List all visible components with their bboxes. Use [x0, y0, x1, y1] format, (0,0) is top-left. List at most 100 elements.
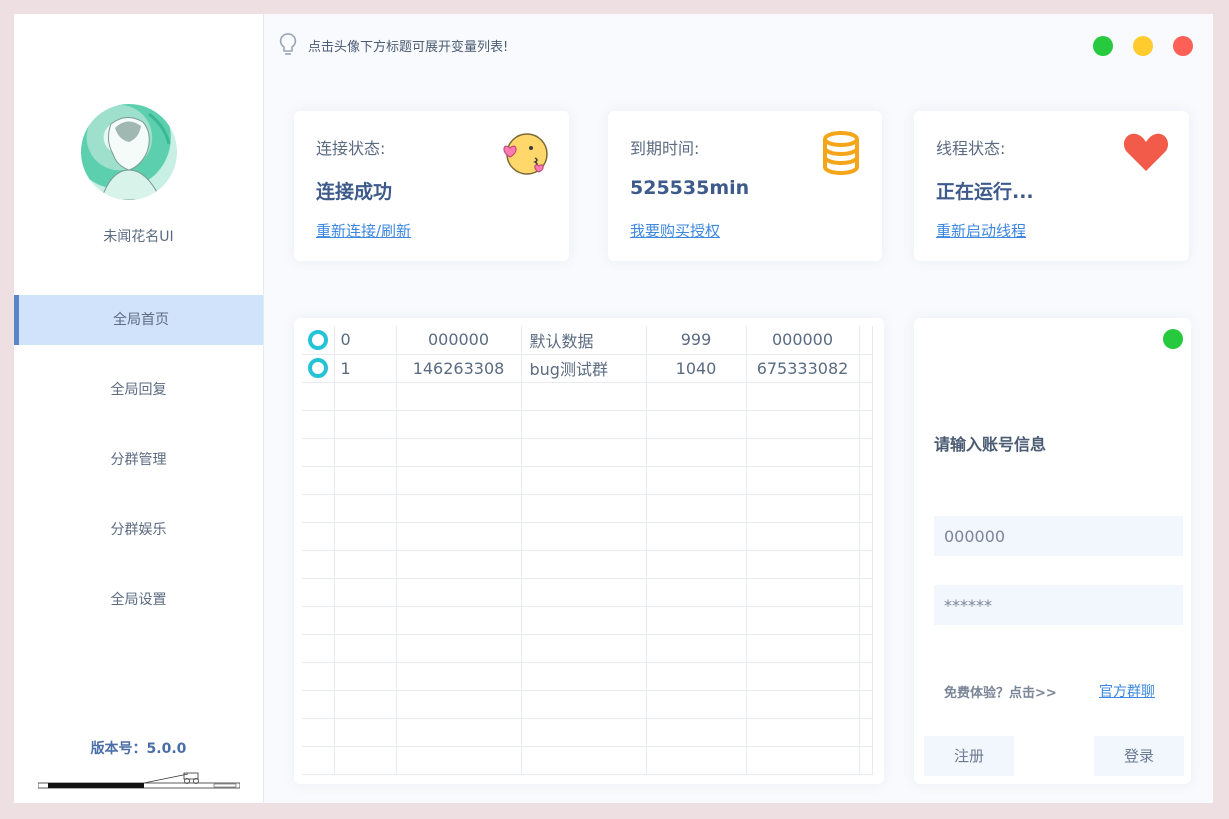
- nav-item-settings[interactable]: 全局设置: [14, 575, 263, 625]
- table-cell: 0: [334, 326, 397, 355]
- expiry-card: 到期时间: 525535min 我要购买授权: [608, 111, 882, 261]
- row-radio-cell[interactable]: [302, 354, 335, 383]
- table-cell: [334, 382, 397, 411]
- table-row: [302, 410, 873, 439]
- buy-license-link[interactable]: 我要购买授权: [630, 220, 720, 241]
- table-cell: [646, 438, 747, 467]
- table-cell: [396, 662, 522, 691]
- table-cell: [646, 578, 747, 607]
- table-cell-filler: [859, 662, 873, 691]
- official-group-link[interactable]: 官方群聊: [1099, 681, 1155, 701]
- table-cell: [396, 438, 522, 467]
- table-row: [302, 382, 873, 411]
- table-cell: [334, 606, 397, 635]
- database-icon: [823, 131, 859, 175]
- row-radio-cell: [302, 410, 335, 439]
- table-cell: [334, 634, 397, 663]
- row-radio-button[interactable]: [307, 330, 328, 350]
- table-row: [302, 578, 873, 607]
- maximize-button[interactable]: [1093, 36, 1113, 56]
- nav-item-reply[interactable]: 全局回复: [14, 365, 263, 415]
- online-status-indicator: [1163, 329, 1183, 349]
- row-radio-cell: [302, 662, 335, 691]
- row-radio-cell: [302, 578, 335, 607]
- row-radio-cell: [302, 606, 335, 635]
- register-button[interactable]: 注册: [924, 736, 1014, 776]
- kiss-emoji-icon: [503, 133, 548, 175]
- table-cell: [746, 410, 860, 439]
- table-cell: [646, 718, 747, 747]
- free-trial-text[interactable]: 免费体验？点击>>: [944, 682, 1057, 701]
- table-cell: [334, 550, 397, 579]
- table-cell: [334, 718, 397, 747]
- nav-item-group-fun[interactable]: 分群娱乐: [14, 505, 263, 555]
- card-value: 525535min: [630, 177, 750, 199]
- row-radio-cell[interactable]: [302, 326, 335, 355]
- app-name-title[interactable]: 未闻花名UI: [14, 226, 263, 246]
- sidebar: 未闻花名UI 全局首页 全局回复 分群管理 分群娱乐 全局设置 版本号：5.0.…: [14, 14, 264, 803]
- table-row[interactable]: 0 000000 默认数据 999 000000: [302, 326, 873, 355]
- table-cell: [746, 718, 860, 747]
- login-panel: 请输入账号信息 免费体验？点击>> 官方群聊 注册 登录: [914, 318, 1191, 784]
- table-cell: [334, 662, 397, 691]
- table-cell: [646, 550, 747, 579]
- table-cell-filler: [859, 466, 873, 495]
- table-cell-filler: [859, 326, 873, 355]
- table-cell: [521, 382, 647, 411]
- account-input[interactable]: [934, 516, 1183, 556]
- card-value: 连接成功: [316, 181, 393, 203]
- avatar[interactable]: [81, 104, 177, 200]
- close-button[interactable]: [1173, 36, 1193, 56]
- table-cell: [646, 662, 747, 691]
- table-row: [302, 718, 873, 747]
- table-cell: [521, 746, 647, 775]
- table-cell: [746, 438, 860, 467]
- table-cell: [746, 494, 860, 523]
- table-cell: [521, 690, 647, 719]
- table-cell-filler: [859, 494, 873, 523]
- table-cell-filler: [859, 522, 873, 551]
- table-cell: [521, 466, 647, 495]
- table-cell: 000000: [396, 326, 522, 355]
- table-cell: [396, 382, 522, 411]
- table-cell: [646, 522, 747, 551]
- table-cell: [746, 522, 860, 551]
- login-button[interactable]: 登录: [1094, 736, 1184, 776]
- table-cell: [334, 746, 397, 775]
- table-cell: [396, 550, 522, 579]
- row-radio-cell: [302, 494, 335, 523]
- table-row: [302, 662, 873, 691]
- table-row: [302, 494, 873, 523]
- table-cell: [334, 410, 397, 439]
- row-radio-cell: [302, 718, 335, 747]
- table-cell-filler: [859, 550, 873, 579]
- table-cell: [646, 466, 747, 495]
- reconnect-link[interactable]: 重新连接/刷新: [316, 220, 411, 241]
- row-radio-cell: [302, 382, 335, 411]
- table-cell-filler: [859, 746, 873, 775]
- login-title: 请输入账号信息: [934, 435, 1047, 454]
- table-cell: [396, 606, 522, 635]
- card-label: 连接状态:: [316, 139, 386, 158]
- table-cell: [646, 382, 747, 411]
- nav-item-home[interactable]: 全局首页: [14, 295, 263, 345]
- nav-item-group-manage[interactable]: 分群管理: [14, 435, 263, 485]
- restart-thread-link[interactable]: 重新启动线程: [936, 220, 1026, 241]
- tip-bar: 点击头像下方标题可展开变量列表!: [278, 32, 508, 58]
- table-cell: [646, 606, 747, 635]
- table-cell: [521, 522, 647, 551]
- table-row[interactable]: 1 146263308 bug测试群 1040 675333082: [302, 354, 873, 383]
- table-cell: 1040: [646, 354, 747, 383]
- version-label: 版本号：5.0.0: [90, 741, 187, 757]
- table-cell: [646, 690, 747, 719]
- sidebar-nav: 全局首页 全局回复 分群管理 分群娱乐 全局设置: [14, 295, 263, 625]
- table-cell: [646, 410, 747, 439]
- table-cell: [396, 578, 522, 607]
- table-cell: [396, 634, 522, 663]
- table-cell: [746, 550, 860, 579]
- password-input[interactable]: [934, 585, 1183, 625]
- row-radio-button[interactable]: [307, 358, 328, 379]
- table-cell: [521, 494, 647, 523]
- table-cell: [746, 578, 860, 607]
- minimize-button[interactable]: [1133, 36, 1153, 56]
